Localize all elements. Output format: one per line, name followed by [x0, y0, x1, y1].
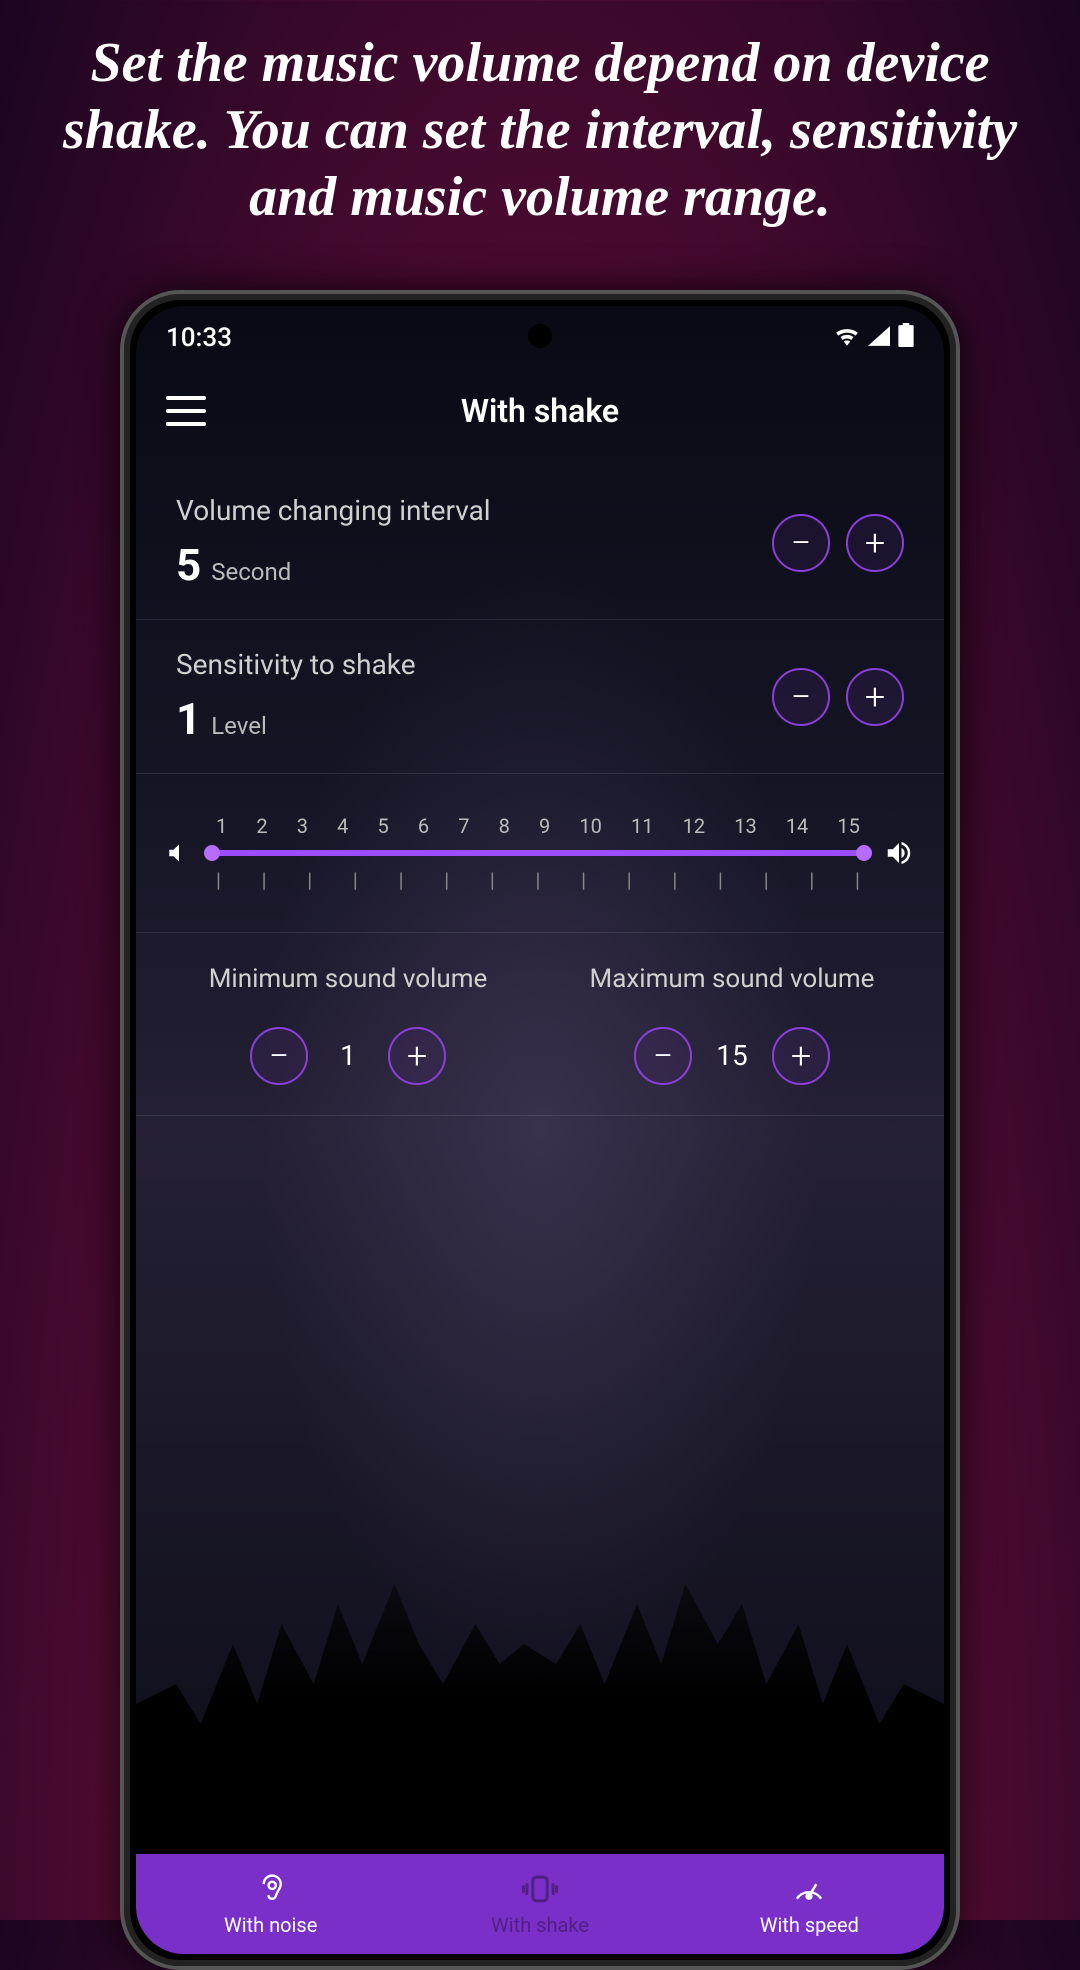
slider-tick-number: 2: [256, 814, 267, 838]
sensitivity-label: Sensitivity to shake: [176, 648, 416, 681]
slider-tick-mark: |: [399, 868, 404, 892]
volume-slider-section: 123456789101112131415 |||||||||||||||: [136, 774, 944, 933]
interval-row: Volume changing interval 5 Second − +: [136, 466, 944, 620]
max-volume-value: 15: [712, 1039, 752, 1072]
content-area: Volume changing interval 5 Second − + Se…: [136, 466, 944, 1854]
slider-thumb-max[interactable]: [856, 845, 872, 861]
min-volume-col: Minimum sound volume − 1 +: [156, 963, 540, 1085]
min-plus-button[interactable]: +: [388, 1027, 446, 1085]
interval-plus-button[interactable]: +: [846, 514, 904, 572]
bottom-nav: With noise With shake With speed: [136, 1854, 944, 1954]
slider-tick-number: 14: [786, 814, 808, 838]
slider-tick-number: 12: [683, 814, 705, 838]
slider-tick-mark: |: [307, 868, 312, 892]
nav-with-shake[interactable]: With shake: [405, 1854, 674, 1954]
min-minus-button[interactable]: −: [250, 1027, 308, 1085]
slider-tick-mark: |: [627, 868, 632, 892]
slider-tick-mark: |: [535, 868, 540, 892]
interval-label: Volume changing interval: [176, 494, 491, 527]
sensitivity-minus-button[interactable]: −: [772, 668, 830, 726]
slider-tick-number: 13: [734, 814, 756, 838]
interval-unit: Second: [211, 558, 291, 586]
min-volume-label: Minimum sound volume: [156, 963, 540, 997]
wifi-icon: [834, 323, 860, 353]
sensitivity-plus-button[interactable]: +: [846, 668, 904, 726]
interval-stepper: − +: [772, 514, 904, 572]
volume-range-slider[interactable]: 123456789101112131415 |||||||||||||||: [212, 814, 864, 892]
page-title: With shake: [166, 392, 914, 430]
max-volume-col: Maximum sound volume − 15 +: [540, 963, 924, 1085]
slider-tick-number: 10: [579, 814, 601, 838]
slider-tick-number: 3: [297, 814, 308, 838]
slider-tick-number: 6: [418, 814, 429, 838]
slider-thumb-min[interactable]: [204, 845, 220, 861]
status-time: 10:33: [166, 323, 232, 353]
slider-tick-mark: |: [262, 868, 267, 892]
slider-tick-mark: |: [764, 868, 769, 892]
phone-screen: 10:33 With shake Volu: [136, 306, 944, 1954]
slider-tick-number: 7: [458, 814, 469, 838]
vibrate-icon: [521, 1871, 559, 1907]
slider-tick-mark: |: [444, 868, 449, 892]
max-minus-button[interactable]: −: [634, 1027, 692, 1085]
nav-with-noise[interactable]: With noise: [136, 1854, 405, 1954]
nav-speed-label: With speed: [760, 1913, 859, 1937]
max-plus-button[interactable]: +: [772, 1027, 830, 1085]
slider-tick-mark: |: [672, 868, 677, 892]
sensitivity-value: 1: [176, 693, 201, 745]
sensitivity-stepper: − +: [772, 668, 904, 726]
slider-tick-number: 8: [499, 814, 510, 838]
slider-tick-number: 1: [216, 814, 227, 838]
slider-tick-mark: |: [353, 868, 358, 892]
nav-with-speed[interactable]: With speed: [675, 1854, 944, 1954]
speaker-low-icon: [166, 840, 192, 866]
ear-icon: [256, 1871, 286, 1907]
status-icons: [834, 323, 914, 354]
slider-tick-mark: |: [490, 868, 495, 892]
slider-tick-mark: |: [718, 868, 723, 892]
slider-tick-number: 4: [337, 814, 348, 838]
app-bar: With shake: [136, 376, 944, 446]
signal-icon: [868, 323, 890, 353]
phone-frame: 10:33 With shake Volu: [120, 290, 960, 1970]
sensitivity-row: Sensitivity to shake 1 Level − +: [136, 620, 944, 774]
slider-tick-number: 15: [837, 814, 859, 838]
interval-minus-button[interactable]: −: [772, 514, 830, 572]
slider-tick-number: 5: [378, 814, 389, 838]
slider-tick-number: 9: [539, 814, 550, 838]
nav-shake-label: With shake: [491, 1913, 589, 1937]
battery-icon: [898, 323, 914, 354]
sensitivity-unit: Level: [211, 712, 267, 740]
slider-tick-number: 11: [631, 814, 653, 838]
slider-tick-mark: |: [581, 868, 586, 892]
speaker-high-icon: [884, 838, 914, 868]
slider-tick-mark: |: [855, 868, 860, 892]
camera-notch: [528, 324, 552, 348]
slider-tick-mark: |: [216, 868, 221, 892]
nav-noise-label: With noise: [224, 1913, 317, 1937]
promo-headline: Set the music volume depend on device sh…: [40, 30, 1040, 232]
min-volume-value: 1: [328, 1039, 368, 1072]
max-volume-label: Maximum sound volume: [540, 963, 924, 997]
gauge-icon: [792, 1871, 826, 1907]
slider-tick-mark: |: [809, 868, 814, 892]
interval-value: 5: [176, 539, 201, 591]
volume-limits-row: Minimum sound volume − 1 + Maximum sound…: [136, 933, 944, 1116]
